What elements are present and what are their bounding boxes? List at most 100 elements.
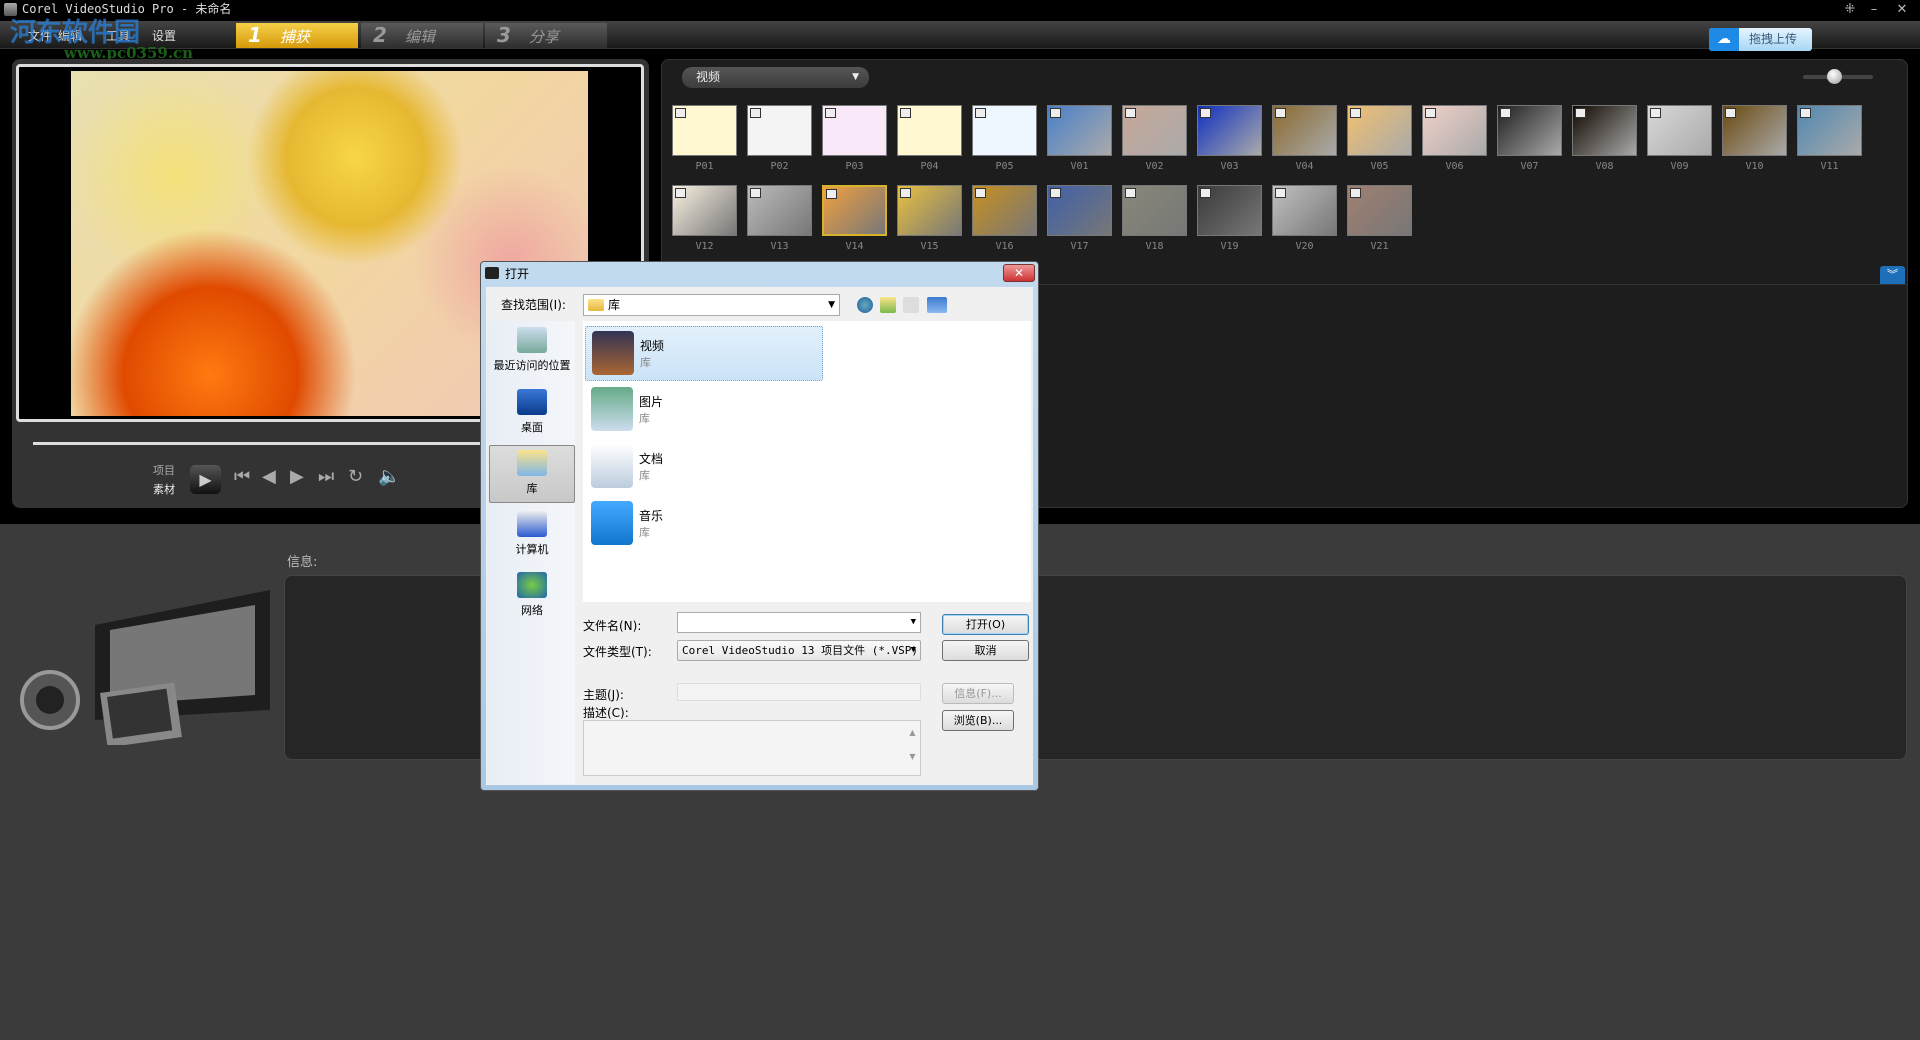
thumbnail-v10[interactable] [1722,105,1787,156]
computer-icon [517,511,547,537]
tab-label: 编辑 [404,28,435,46]
mode-project[interactable]: 项目 [153,462,175,478]
thumbnail-label: V09 [1670,161,1689,172]
thumbnail-v06[interactable] [1422,105,1487,156]
up-folder-icon[interactable] [880,297,896,313]
description-scrollbar[interactable]: ▲ ▼ [905,721,920,775]
chevron-down-icon: ▼ [910,617,916,627]
place-desktop[interactable]: 桌面 [489,385,575,439]
thumbnail-v14[interactable] [822,185,887,236]
scrub-bar[interactable] [33,442,483,445]
tab-number: 3 [497,23,511,47]
thumbnail-label: V06 [1445,161,1464,172]
video-clip-icon [1200,108,1211,118]
thumbnail-v03[interactable] [1197,105,1262,156]
thumbnail-v18[interactable] [1122,185,1187,236]
thumbnail-v08[interactable] [1572,105,1637,156]
thumbnail-p05[interactable] [972,105,1037,156]
thumbnail-label: V03 [1220,161,1239,172]
thumbnail-v16[interactable] [972,185,1037,236]
thumbnail-v12[interactable] [672,185,737,236]
thumbnail-v01[interactable] [1047,105,1112,156]
file-item-pictures[interactable]: 图片库 [585,383,823,438]
pictures-library-icon [591,387,633,431]
close-button[interactable]: ✕ [1892,2,1912,18]
thumbnail-v07[interactable] [1497,105,1562,156]
thumbnail-v04[interactable] [1272,105,1337,156]
place-libraries[interactable]: 库 [489,445,575,503]
slider-knob[interactable] [1827,69,1842,84]
thumbnail-label: P05 [995,161,1014,172]
thumbnail-v13[interactable] [747,185,812,236]
thumbnail-v05[interactable] [1347,105,1412,156]
place-recent-places[interactable]: 最近访问的位置 [489,323,575,377]
thumbnail-v21[interactable] [1347,185,1412,236]
place-network[interactable]: 网络 [489,568,575,622]
menu-settings[interactable]: 设置 [152,27,176,44]
back-icon[interactable] [857,297,873,313]
open-button[interactable]: 打开(O) [942,614,1029,635]
mode-clip[interactable]: 素材 [153,481,175,497]
thumbnail-label: V13 [770,241,789,252]
desktop-icon [517,389,547,415]
thumbnail-p04[interactable] [897,105,962,156]
volume-icon[interactable]: 🔈 [378,466,400,487]
place-label: 桌面 [521,421,543,434]
play-button[interactable]: ▶ [190,465,221,494]
thumbnail-v15[interactable] [897,185,962,236]
thumbnail-label: V12 [695,241,714,252]
video-clip-icon [975,188,986,198]
cancel-button[interactable]: 取消 [942,640,1029,661]
file-item-documents[interactable]: 文档库 [585,440,823,495]
thumbnail-p01[interactable] [672,105,737,156]
browse-button[interactable]: 浏览(B)... [942,710,1014,731]
settings-icon[interactable]: ⁜ [1840,2,1860,18]
thumbnail-label: V20 [1295,241,1314,252]
chevron-down-icon: ▼ [828,300,835,310]
thumbnail-label: V17 [1070,241,1089,252]
file-item-videos[interactable]: 视频库 [585,326,823,381]
look-in-dropdown[interactable]: 库 ▼ [583,294,840,316]
file-type-dropdown[interactable]: Corel VideoStudio 13 项目文件 (*.VSP) ▼ [677,640,921,661]
video-clip-icon [1800,108,1811,118]
library-category-dropdown[interactable]: 视频 ▼ [682,67,869,88]
tab-share[interactable]: 3 分享 [485,23,607,48]
go-to-end-icon[interactable]: ⏭ [318,466,334,487]
look-in-label: 查找范围(I): [501,298,566,312]
drag-upload-button[interactable]: ☁ 拖拽上传 [1709,28,1812,51]
recent-places-icon [517,327,547,353]
tab-label: 捕获 [279,28,310,46]
thumbnail-p03[interactable] [822,105,887,156]
repeat-icon[interactable]: ↻ [348,466,363,487]
expand-library-button[interactable]: ︾ [1880,266,1905,284]
tab-edit[interactable]: 2 编辑 [361,23,483,48]
thumbnail-v11[interactable] [1797,105,1862,156]
new-folder-icon[interactable] [903,297,919,313]
description-textarea[interactable] [583,720,921,776]
view-menu-icon[interactable] [927,297,947,313]
video-clip-icon [900,108,911,118]
place-label: 库 [526,482,538,495]
place-label: 计算机 [515,543,549,556]
place-computer[interactable]: 计算机 [489,507,575,561]
thumbnail-v09[interactable] [1647,105,1712,156]
thumbnail-v02[interactable] [1122,105,1187,156]
video-clip-icon [1200,188,1211,198]
info-button[interactable]: 信息(F)... [942,683,1014,704]
subject-input[interactable] [677,683,921,701]
place-label: 网络 [521,604,543,617]
tab-capture[interactable]: 1 捕获 [236,23,358,48]
next-frame-icon[interactable]: ▶ [290,466,304,487]
minimize-button[interactable]: – [1864,2,1884,18]
thumbnail-v20[interactable] [1272,185,1337,236]
video-clip-icon [1275,188,1286,198]
thumbnail-p02[interactable] [747,105,812,156]
file-item-music[interactable]: 音乐库 [585,497,823,552]
dialog-close-button[interactable]: ✕ [1003,264,1035,282]
thumbnail-v19[interactable] [1197,185,1262,236]
thumbnail-v17[interactable] [1047,185,1112,236]
previous-frame-icon[interactable]: ◀ [262,466,276,487]
go-to-start-icon[interactable]: ⏮ [234,466,250,487]
file-name-input[interactable]: ▼ [677,612,921,633]
thumbnail-label: P02 [770,161,789,172]
